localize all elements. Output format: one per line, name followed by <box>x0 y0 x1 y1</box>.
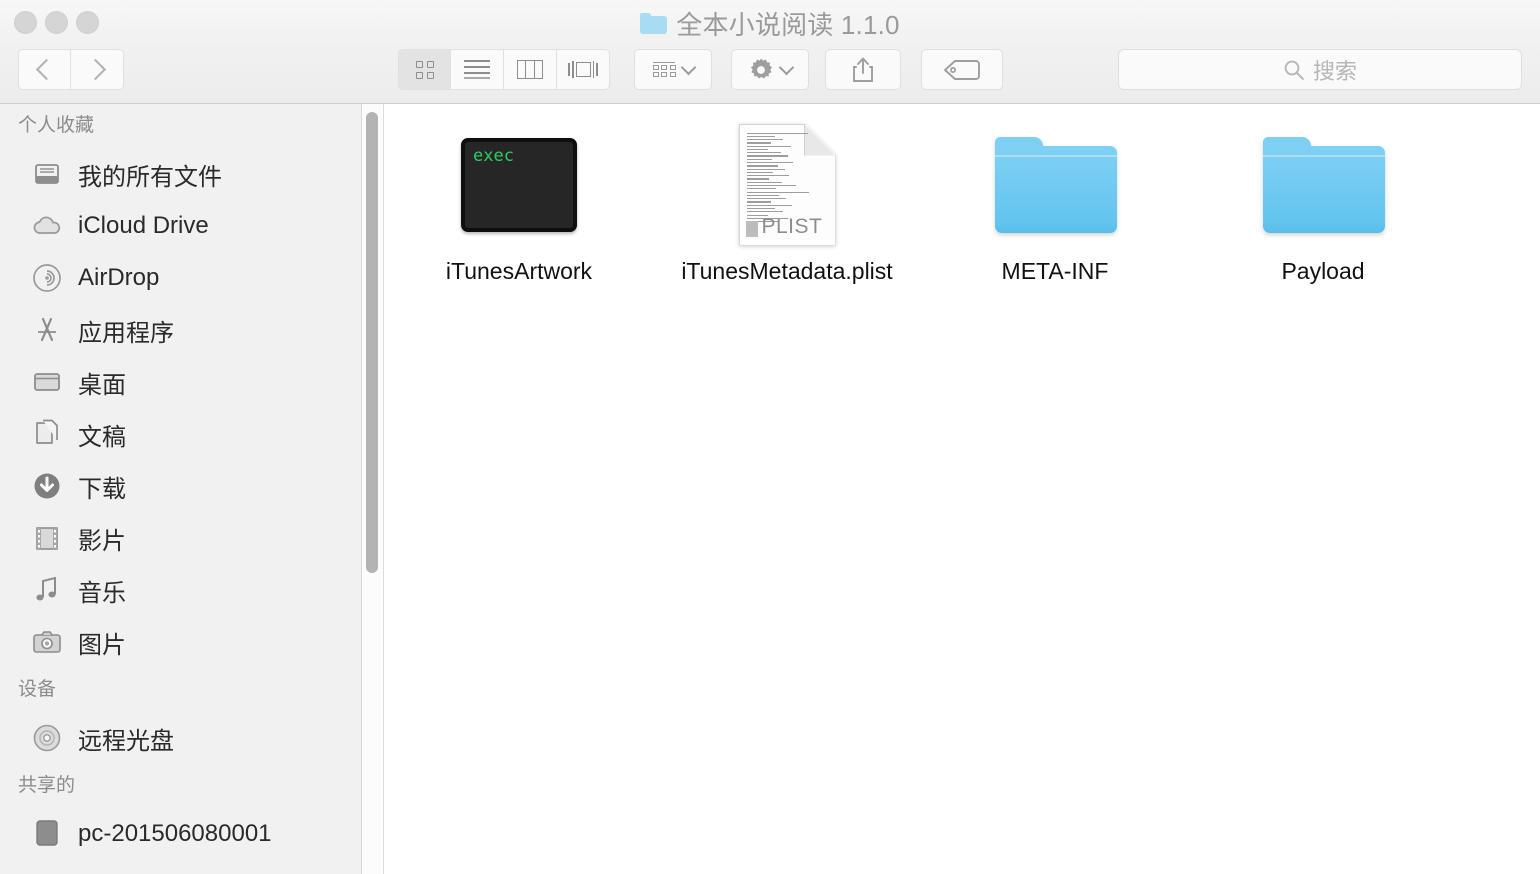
disc-icon <box>30 721 64 755</box>
sidebar-item-label: 应用程序 <box>78 319 174 347</box>
share-icon <box>853 57 873 82</box>
sidebar-item-desktop[interactable]: 桌面 <box>0 356 361 408</box>
share-button[interactable] <box>825 49 901 90</box>
icon-view-button[interactable] <box>398 49 451 90</box>
chevron-left-icon <box>35 58 58 81</box>
gear-icon <box>750 58 773 78</box>
applications-icon <box>30 313 64 347</box>
file-grid: exec iTunesArtwork PLIST iTunesMetadata.… <box>385 122 1540 288</box>
music-icon <box>30 573 64 607</box>
arrange-by-button[interactable] <box>634 49 712 90</box>
movies-icon <box>30 521 64 555</box>
file-label: iTunesMetadata.plist <box>681 258 893 284</box>
columns-icon <box>517 60 543 79</box>
airdrop-icon <box>30 261 64 295</box>
sidebar-item-label: pc-201506080001 <box>78 820 272 847</box>
search-icon <box>1284 60 1304 80</box>
sidebar-item-label: 音乐 <box>78 579 126 607</box>
sidebar-section-shared: 共享的 <box>18 775 76 796</box>
list-icon <box>464 60 490 79</box>
sidebar-item-shared-computer[interactable]: pc-201506080001 <box>0 808 361 860</box>
coverflow-icon <box>567 61 599 78</box>
sidebar-item-label: 下载 <box>78 475 126 503</box>
sidebar-item-label: AirDrop <box>78 264 160 291</box>
grid-icon <box>415 60 434 79</box>
sidebar-item-label: 图片 <box>78 631 126 659</box>
sidebar-item-movies[interactable]: 影片 <box>0 512 361 564</box>
action-menu-button[interactable] <box>731 49 809 90</box>
back-button[interactable] <box>18 49 71 90</box>
sidebar-item-applications[interactable]: 应用程序 <box>0 304 361 356</box>
documents-icon <box>30 417 64 451</box>
sidebar-item-downloads[interactable]: 下载 <box>0 460 361 512</box>
sidebar: 个人收藏 我的所有文件 iCloud Drive AirDrop 应用程序 桌面… <box>0 104 362 874</box>
all-files-icon <box>30 157 64 191</box>
plist-badge-text: PLIST <box>761 214 823 238</box>
file-browser-content: exec iTunesArtwork PLIST iTunesMetadata.… <box>385 104 1540 874</box>
file-label: iTunesArtwork <box>445 258 593 284</box>
sidebar-item-icloud-drive[interactable]: iCloud Drive <box>0 200 361 252</box>
arrange-grid-icon <box>652 61 676 78</box>
chevron-right-icon <box>84 58 106 81</box>
sidebar-item-label: 影片 <box>78 527 126 555</box>
exec-badge-text: exec <box>473 145 514 166</box>
pictures-icon <box>30 625 64 659</box>
toolbar: 搜索 <box>0 46 1540 104</box>
computer-icon <box>30 817 64 851</box>
sidebar-item-label: iCloud Drive <box>78 212 209 239</box>
title-bar: 全本小说阅读 1.1.0 <box>0 0 1540 46</box>
sidebar-section-devices: 设备 <box>18 679 57 700</box>
window-title: 全本小说阅读 1.1.0 <box>676 9 900 40</box>
view-mode-group <box>398 49 610 90</box>
file-item[interactable]: META-INF <box>921 122 1189 288</box>
file-label: META-INF <box>1001 258 1109 284</box>
folder-icon <box>640 12 668 34</box>
sidebar-item-pictures[interactable]: 图片 <box>0 616 361 668</box>
cloud-icon <box>30 209 64 243</box>
file-item[interactable]: Payload <box>1189 122 1457 288</box>
chevron-down-icon <box>680 59 696 76</box>
sidebar-item-airdrop[interactable]: AirDrop <box>0 252 361 304</box>
exec-icon: exec <box>461 137 577 232</box>
file-icon <box>1263 122 1385 247</box>
sidebar-scrollbar-thumb[interactable] <box>366 112 378 573</box>
coverflow-view-button[interactable] <box>557 49 610 90</box>
sidebar-item-label: 文稿 <box>78 423 126 451</box>
sidebar-item-music[interactable]: 音乐 <box>0 564 361 616</box>
sidebar-item-remote-disc[interactable]: 远程光盘 <box>0 712 361 764</box>
folder-icon <box>995 136 1117 233</box>
file-icon: exec <box>459 122 579 247</box>
sidebar-item-label: 远程光盘 <box>78 727 174 755</box>
file-label: Payload <box>1281 258 1365 284</box>
forward-button[interactable] <box>71 49 124 90</box>
file-icon: PLIST <box>727 122 847 247</box>
file-icon <box>995 122 1117 247</box>
chevron-down-icon <box>778 59 795 76</box>
desktop-icon <box>30 365 64 399</box>
list-view-button[interactable] <box>451 49 504 90</box>
sidebar-item-documents[interactable]: 文稿 <box>0 408 361 460</box>
window-title-group: 全本小说阅读 1.1.0 <box>0 0 1540 46</box>
finder-window: 全本小说阅读 1.1.0 搜索 个人收藏 我的所有文件 iCloud Drive… <box>0 0 1540 874</box>
file-item[interactable]: PLIST iTunesMetadata.plist <box>653 122 921 288</box>
navigation-buttons <box>18 49 124 90</box>
sidebar-item-all-files[interactable]: 我的所有文件 <box>0 148 361 200</box>
downloads-icon <box>30 469 64 503</box>
search-input[interactable]: 搜索 <box>1118 49 1522 90</box>
tag-icon <box>944 59 980 80</box>
sidebar-item-label: 我的所有文件 <box>78 163 222 191</box>
search-placeholder: 搜索 <box>1312 58 1357 84</box>
sidebar-item-label: 桌面 <box>78 371 126 399</box>
sidebar-section-favorites: 个人收藏 <box>18 115 95 136</box>
folder-icon <box>1263 136 1385 233</box>
file-item[interactable]: exec iTunesArtwork <box>385 122 653 288</box>
plist-document-icon: PLIST <box>738 123 836 246</box>
tag-button[interactable] <box>921 49 1003 90</box>
column-view-button[interactable] <box>504 49 557 90</box>
